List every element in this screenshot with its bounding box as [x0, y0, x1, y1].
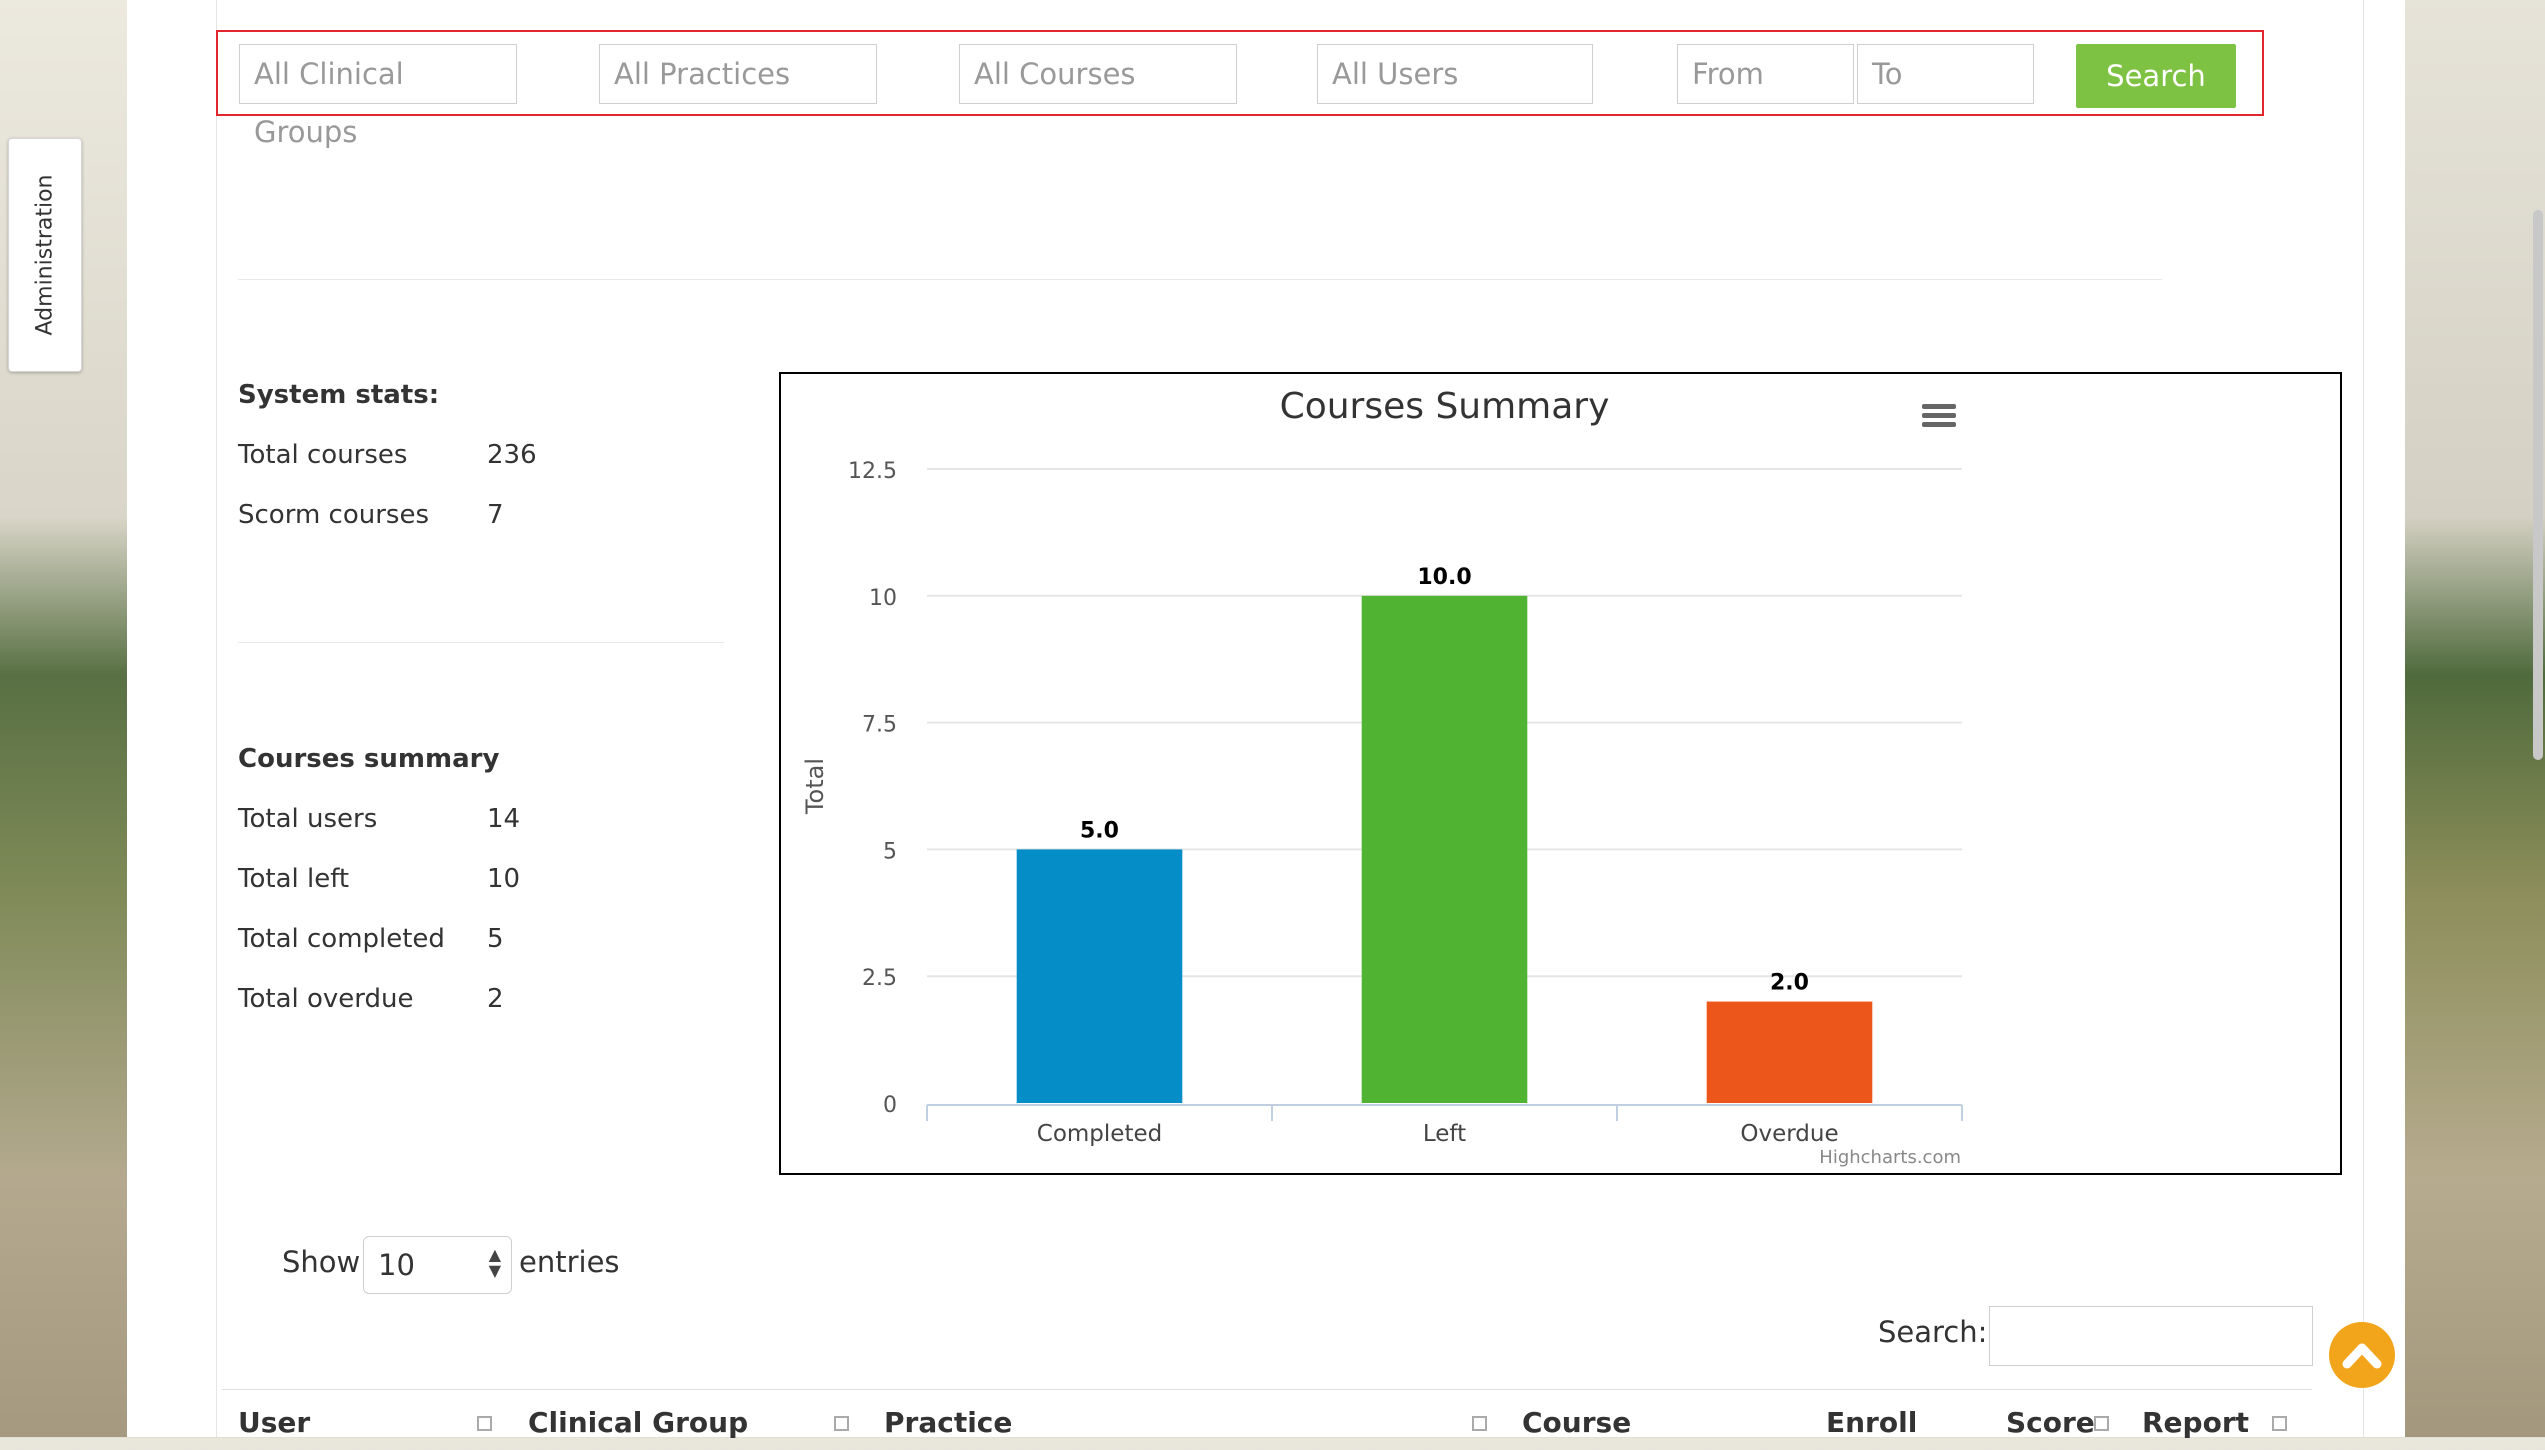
search-button[interactable]: Search [2076, 44, 2236, 108]
x-tick-label: Completed [1037, 1121, 1162, 1147]
administration-tab-label: Administration [32, 174, 58, 336]
divider [238, 279, 2162, 280]
summary-label-total-completed: Total completed [238, 924, 445, 954]
background-right [2405, 0, 2545, 1437]
y-tick-label: 5 [883, 839, 897, 864]
chart-title: Courses Summary [1280, 386, 1610, 427]
courses-summary-title: Courses summary [238, 744, 500, 774]
y-axis-label: Total [801, 758, 829, 815]
summary-value-total-overdue: 2 [487, 984, 504, 1014]
y-tick-label: 7.5 [862, 713, 897, 738]
column-header-report[interactable]: Report [2142, 1406, 2249, 1439]
bar-left [1361, 595, 1528, 1103]
chevron-up-icon [2342, 1343, 2382, 1369]
practices-filter[interactable]: All Practices [599, 44, 877, 104]
column-header-score[interactable]: Score [2006, 1406, 2095, 1439]
administration-tab[interactable]: Administration [8, 138, 82, 372]
data-label: 5.0 [1080, 818, 1119, 843]
sort-icon[interactable] [2094, 1416, 2109, 1431]
y-tick-label: 0 [883, 1093, 897, 1118]
data-label: 10.0 [1417, 565, 1471, 590]
select-arrows-icon: ▲ ▼ [488, 1245, 501, 1280]
sort-icon[interactable] [477, 1416, 492, 1431]
sort-icon[interactable] [834, 1416, 849, 1431]
stats-divider [238, 642, 724, 643]
data-label: 2.0 [1770, 971, 1809, 996]
page-scrollbar[interactable] [2533, 210, 2543, 760]
entries-select-value: 10 [378, 1248, 415, 1282]
summary-value-total-completed: 5 [487, 924, 504, 954]
entries-label: entries [519, 1245, 620, 1279]
table-search-label: Search: [1878, 1315, 1988, 1349]
stat-label-scorm-courses: Scorm courses [238, 500, 429, 530]
entries-select[interactable]: 10 ▲ ▼ [363, 1236, 512, 1294]
show-label: Show [282, 1245, 361, 1279]
x-tick-label: Left [1423, 1121, 1466, 1147]
column-header-course[interactable]: Course [1522, 1406, 1631, 1439]
chart-credits: Highcharts.com [1819, 1147, 1961, 1168]
column-header-practice[interactable]: Practice [884, 1406, 1012, 1439]
courses-summary-chart: Courses Summary 0 2.5 5 7.5 10 12.5 Total 5.0 Com… [779, 372, 2342, 1175]
sort-icon[interactable] [1472, 1416, 1487, 1431]
to-date-input[interactable]: To [1857, 44, 2034, 104]
system-stats-title: System stats: [238, 380, 440, 410]
clinical-groups-filter[interactable]: All Clinical Groups [239, 44, 517, 149]
y-tick-label: 10 [869, 586, 897, 611]
scroll-to-top-button[interactable] [2329, 1322, 2395, 1388]
sort-icon[interactable] [2272, 1416, 2287, 1431]
hamburger-menu-icon[interactable] [1922, 404, 1956, 427]
stat-value-scorm-courses: 7 [487, 500, 504, 530]
table-header-row: User Clinical Group Practice Course Enro… [222, 1389, 2312, 1450]
y-tick-label: 2.5 [862, 966, 897, 991]
summary-label-total-users: Total users [238, 804, 378, 834]
stat-label-total-courses: Total courses [238, 440, 408, 470]
summary-value-total-left: 10 [487, 864, 521, 894]
stat-value-total-courses: 236 [487, 440, 537, 470]
table-search-input[interactable] [1989, 1306, 2313, 1366]
users-filter[interactable]: All Users [1317, 44, 1593, 104]
x-tick-label: Overdue [1740, 1121, 1838, 1147]
courses-filter[interactable]: All Courses [959, 44, 1237, 104]
column-header-user[interactable]: User [238, 1406, 310, 1439]
column-header-enroll[interactable]: Enroll [1826, 1406, 1917, 1439]
summary-label-total-overdue: Total overdue [238, 984, 414, 1014]
bar-overdue [1706, 1001, 1873, 1103]
summary-value-total-users: 14 [487, 804, 521, 834]
from-date-input[interactable]: From [1677, 44, 1854, 104]
chart-canvas: Courses Summary 0 2.5 5 7.5 10 12.5 Total 5.0 Com… [801, 386, 1963, 1168]
y-tick-label: 12.5 [848, 459, 897, 484]
summary-label-total-left: Total left [238, 864, 350, 894]
column-header-clinical-group[interactable]: Clinical Group [528, 1406, 748, 1439]
bar-completed [1016, 849, 1183, 1103]
